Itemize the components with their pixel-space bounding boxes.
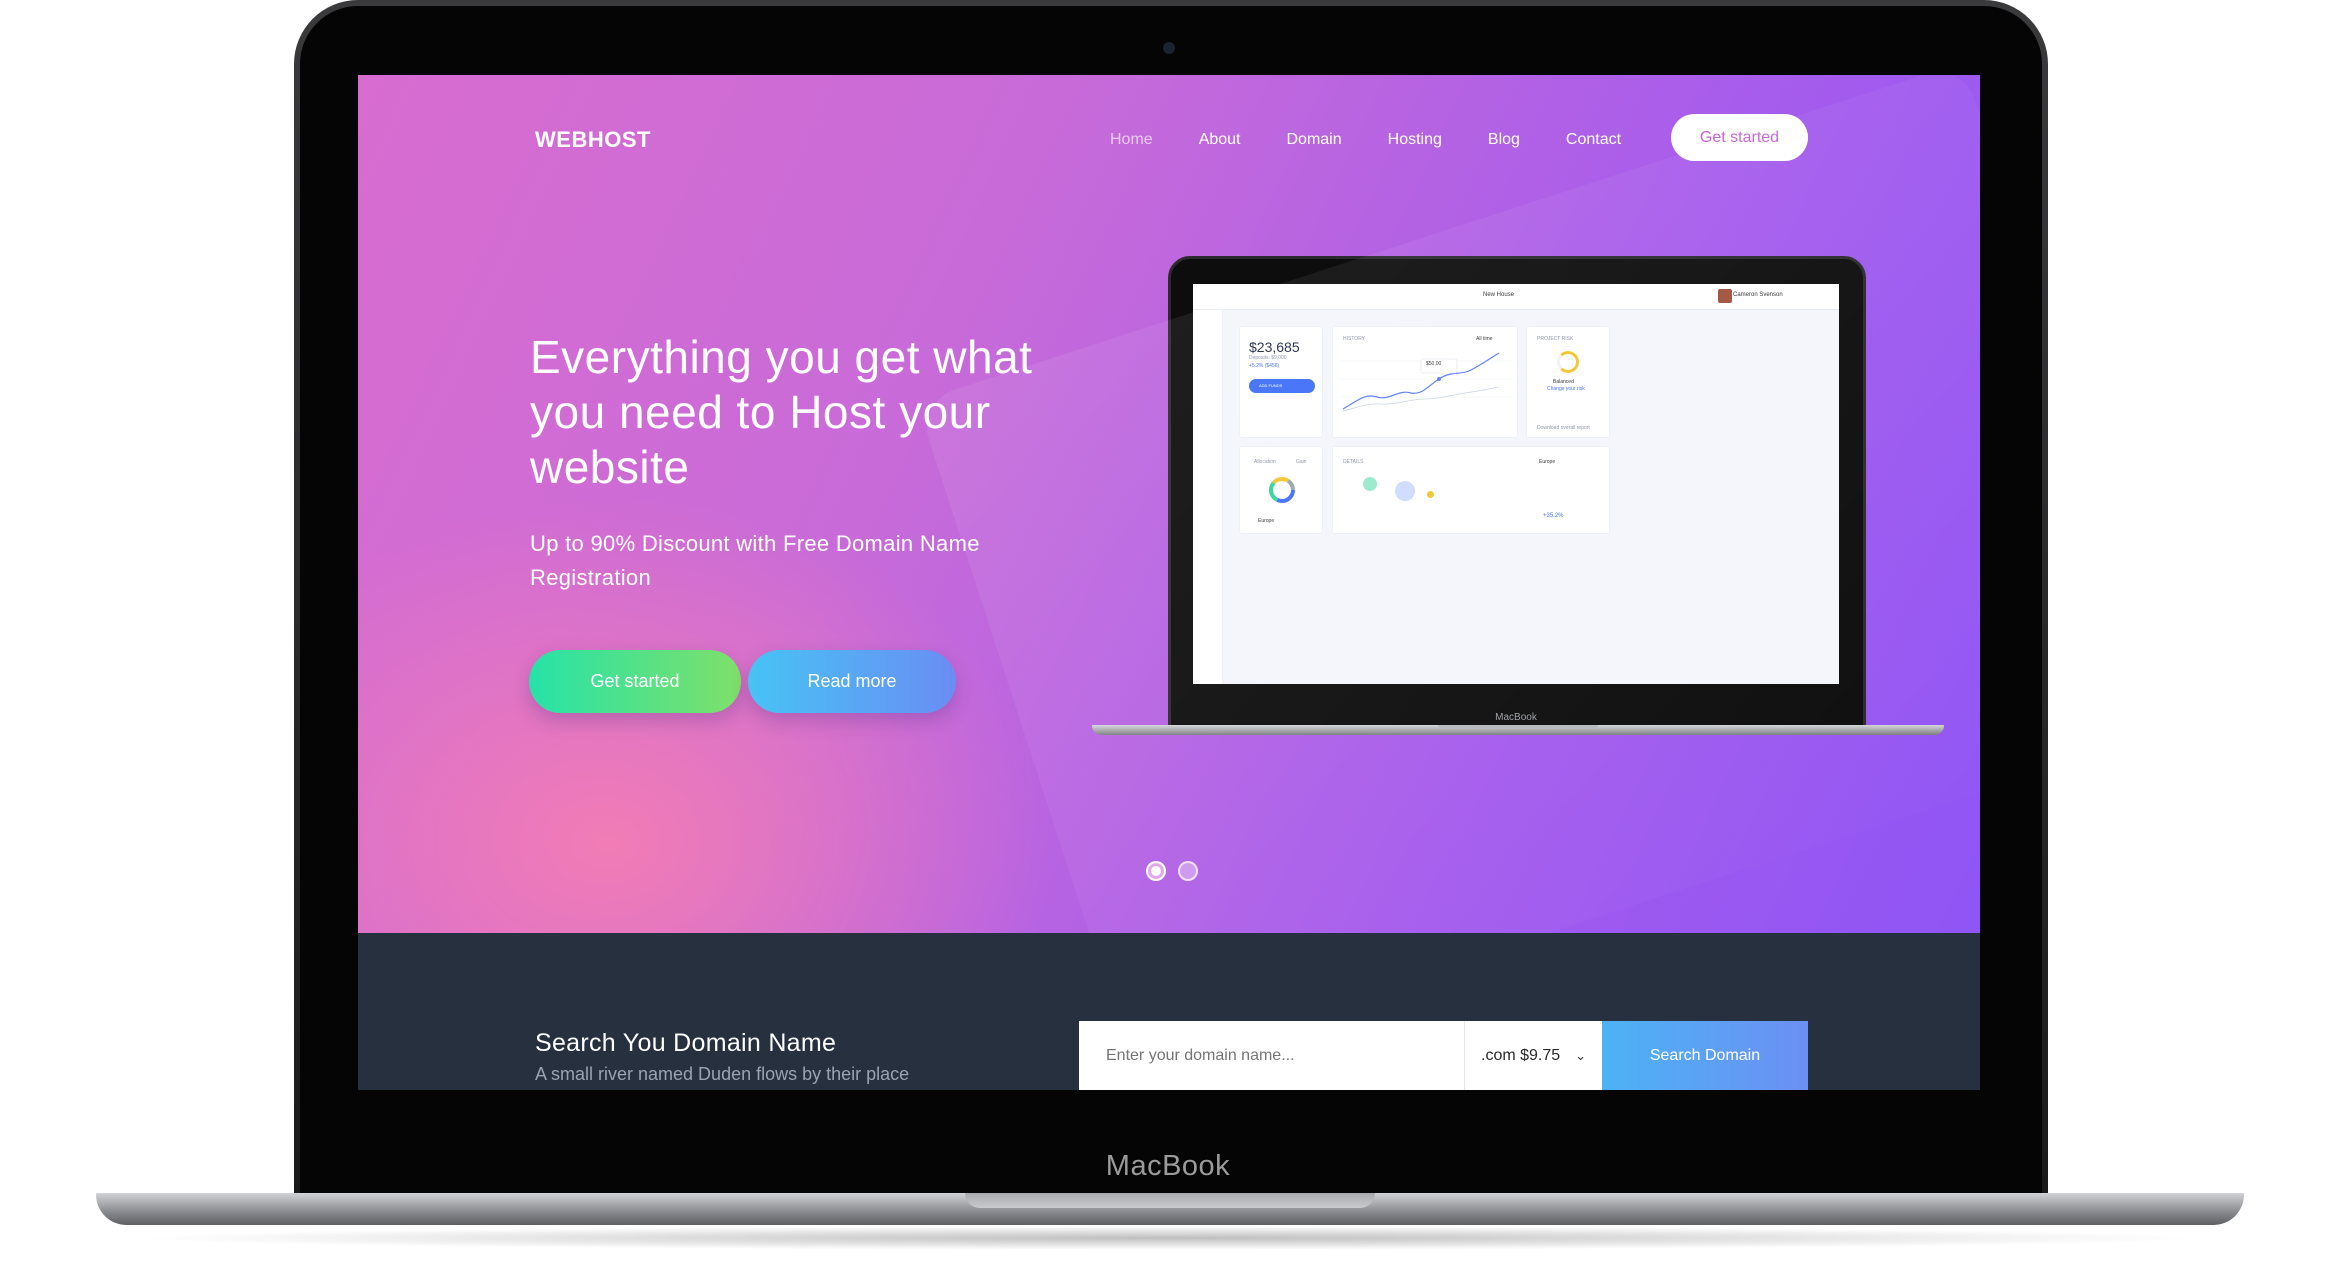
allocation-region: Europe <box>1258 518 1275 524</box>
map-marker-icon <box>1395 481 1415 501</box>
inner-device-label: MacBook <box>1495 712 1537 723</box>
history-chart <box>1339 352 1513 412</box>
balance-value: $23,685 <box>1249 339 1300 355</box>
risk-level: Balanced <box>1553 379 1574 385</box>
dashboard-title: New House <box>1483 292 1515 298</box>
dashboard-laptop-base <box>1092 725 1944 735</box>
risk-label: PROJECT RISK <box>1537 336 1574 342</box>
slider-pagination <box>1146 861 1198 881</box>
nav-domain[interactable]: Domain <box>1287 131 1342 149</box>
gain-tab: Gain <box>1296 459 1307 465</box>
dashboard-laptop-lid <box>1168 256 1866 728</box>
site-logo[interactable]: WEBHOST <box>535 127 651 153</box>
camera-icon <box>1163 42 1175 54</box>
get-started-button[interactable]: Get started <box>529 650 741 713</box>
nav-hosting[interactable]: Hosting <box>1388 131 1442 149</box>
nav-blog[interactable]: Blog <box>1488 131 1520 149</box>
macbook-notch <box>965 1193 1375 1208</box>
history-label: HISTORY <box>1343 336 1366 342</box>
nav-contact[interactable]: Contact <box>1566 131 1621 149</box>
domain-search-input[interactable] <box>1079 1021 1464 1090</box>
search-domain-button[interactable]: Search Domain <box>1602 1021 1808 1090</box>
device-brand-label: MacBook <box>1105 1150 1231 1182</box>
tld-select-value: .com $9.75 <box>1481 1047 1561 1064</box>
domain-search-section: Search You Domain Name A small river nam… <box>358 933 1980 1090</box>
header-get-started-button[interactable]: Get started <box>1671 114 1808 161</box>
dashboard-preview: New House Cameron Svenson $23,685 Deposi… <box>1193 284 1839 684</box>
dashboard-sidebar <box>1193 310 1223 684</box>
allocation-donut <box>1269 477 1295 503</box>
tooltip-value: $50,00 <box>1426 361 1442 367</box>
avatar <box>1718 289 1732 303</box>
allocation-card: Allocation Gain Europe <box>1239 446 1323 534</box>
allocation-tab: Allocation <box>1254 459 1276 465</box>
risk-link: Change your risk <box>1547 386 1585 392</box>
risk-gauge-icon <box>1557 351 1579 373</box>
tld-select[interactable]: .com $9.75 ⌄ <box>1464 1021 1602 1090</box>
details-card: DETAILS Europe +35.2% <box>1332 446 1610 534</box>
history-card: HISTORY All time $50,00 <box>1332 326 1518 438</box>
slide-dot-2[interactable] <box>1178 861 1198 881</box>
nav-home[interactable]: Home <box>1110 131 1153 149</box>
device-shadow <box>130 1226 2210 1250</box>
map-marker-icon <box>1427 491 1434 498</box>
chevron-down-icon: ⌄ <box>1575 1048 1586 1063</box>
download-report-link: Download overall report <box>1537 425 1590 431</box>
balance-card: $23,685 Deposits: $9,000 +5.2% ($456) AD… <box>1239 326 1323 438</box>
risk-card: PROJECT RISK Balanced Change your risk D… <box>1526 326 1610 438</box>
domain-search-title: Search You Domain Name <box>535 1029 837 1057</box>
dashboard-laptop-notch <box>1438 725 1598 729</box>
hero-subline: Up to 90% Discount with Free Domain Name… <box>530 531 980 590</box>
map-marker-icon <box>1363 477 1377 491</box>
details-label: DETAILS <box>1343 459 1364 465</box>
dashboard-topbar: New House Cameron Svenson <box>1193 284 1839 310</box>
dashboard-user-name: Cameron Svenson <box>1733 292 1783 298</box>
nav-about[interactable]: About <box>1199 131 1241 149</box>
history-range: All time <box>1476 336 1493 342</box>
slide-dot-1[interactable] <box>1146 861 1166 881</box>
domain-search-subtitle: A small river named Duden flows by their… <box>535 1064 910 1084</box>
read-more-button[interactable]: Read more <box>748 650 956 713</box>
change-text: +5.2% ($456) <box>1249 363 1280 369</box>
hero-section: WEBHOST Home About Domain Hosting Blog C… <box>358 75 1980 933</box>
main-nav: Home About Domain Hosting Blog Contact <box>1110 131 1667 149</box>
hero-headline: Everything you get what you need to Host… <box>530 331 1033 493</box>
add-funds-button: ADD FUNDS <box>1249 379 1315 393</box>
deposits-text: Deposits: $9,000 <box>1249 355 1287 361</box>
details-change: +35.2% <box>1543 513 1564 519</box>
details-region: Europe <box>1539 459 1556 465</box>
macbook-mockup-stage: WEBHOST Home About Domain Hosting Blog C… <box>0 0 2336 1263</box>
browser-screen: WEBHOST Home About Domain Hosting Blog C… <box>358 75 1980 1090</box>
